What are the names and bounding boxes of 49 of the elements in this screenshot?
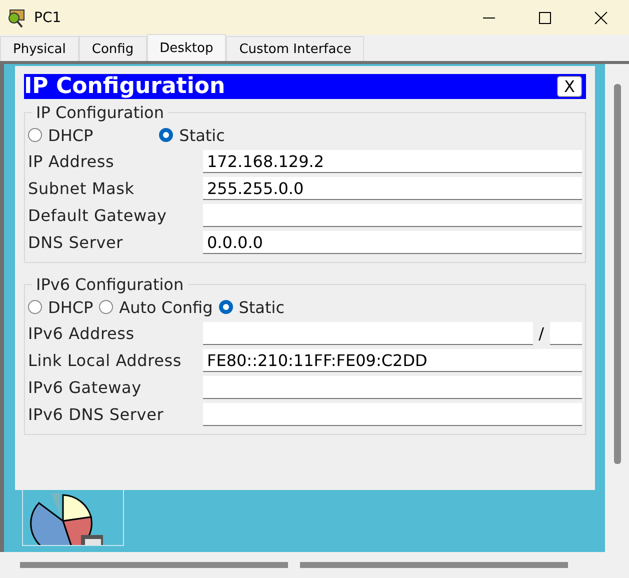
field-label: IPv6 DNS Server bbox=[28, 405, 165, 424]
tab[interactable]: Desktop bbox=[146, 34, 226, 61]
minimize-icon bbox=[482, 16, 496, 18]
radio-icon[interactable] bbox=[159, 128, 174, 142]
radio-label: DHCP bbox=[48, 298, 94, 316]
radio-icon[interactable] bbox=[218, 300, 233, 314]
radio-label: Static bbox=[238, 298, 284, 316]
radio-icon[interactable] bbox=[28, 300, 42, 314]
input-field[interactable] bbox=[203, 403, 582, 426]
app-tile[interactable] bbox=[22, 488, 124, 546]
field-label: Default Gateway bbox=[28, 206, 168, 225]
field-label: Subnet Mask bbox=[28, 179, 136, 198]
input-field[interactable]: 172.168.129.2 bbox=[203, 150, 582, 173]
radio-option[interactable]: DHCP bbox=[28, 298, 94, 316]
scrollbar[interactable] bbox=[300, 562, 568, 568]
radio-label: Static bbox=[179, 126, 225, 144]
radio-option[interactable]: DHCP bbox=[28, 126, 94, 144]
radio-option[interactable]: Static bbox=[159, 126, 225, 144]
field-label: Link Local Address bbox=[28, 351, 183, 370]
close-icon bbox=[594, 10, 608, 24]
field-label: IPv6 Gateway bbox=[28, 378, 142, 397]
field-label: IPv6 Address bbox=[28, 324, 136, 343]
prefix-field[interactable] bbox=[550, 322, 582, 345]
input-field[interactable]: FE80::210:11FF:FE09:C2DD bbox=[203, 349, 582, 372]
input-field[interactable] bbox=[203, 204, 582, 227]
radio-option[interactable]: Static bbox=[218, 298, 284, 316]
dialog-title: IP Configuration bbox=[24, 74, 226, 99]
window-title: PC1 bbox=[34, 10, 62, 26]
group-title: IPv6 Configuration bbox=[35, 275, 185, 294]
radio-label: Auto Config bbox=[119, 298, 213, 316]
close-button[interactable]: X bbox=[557, 76, 582, 97]
tab[interactable]: Physical bbox=[0, 36, 79, 61]
input-field[interactable] bbox=[203, 322, 533, 345]
scrollbar[interactable] bbox=[20, 562, 288, 568]
input-field[interactable] bbox=[203, 376, 582, 399]
radio-label: DHCP bbox=[48, 126, 94, 144]
field-label: IP Address bbox=[28, 152, 116, 171]
input-field[interactable]: 0.0.0.0 bbox=[203, 231, 582, 254]
input-field[interactable]: 255.255.0.0 bbox=[203, 177, 582, 200]
radio-option[interactable]: Auto Config bbox=[99, 298, 213, 316]
radio-icon[interactable] bbox=[28, 128, 42, 142]
tab[interactable]: Config bbox=[78, 36, 147, 61]
separator-text: / bbox=[538, 324, 544, 343]
scrollbar[interactable] bbox=[614, 84, 620, 464]
radio-icon[interactable] bbox=[99, 300, 114, 314]
group-title: IP Configuration bbox=[35, 103, 165, 122]
tab[interactable]: Custom Interface bbox=[226, 36, 364, 61]
maximize-icon bbox=[538, 10, 552, 24]
field-label: DNS Server bbox=[28, 233, 124, 252]
